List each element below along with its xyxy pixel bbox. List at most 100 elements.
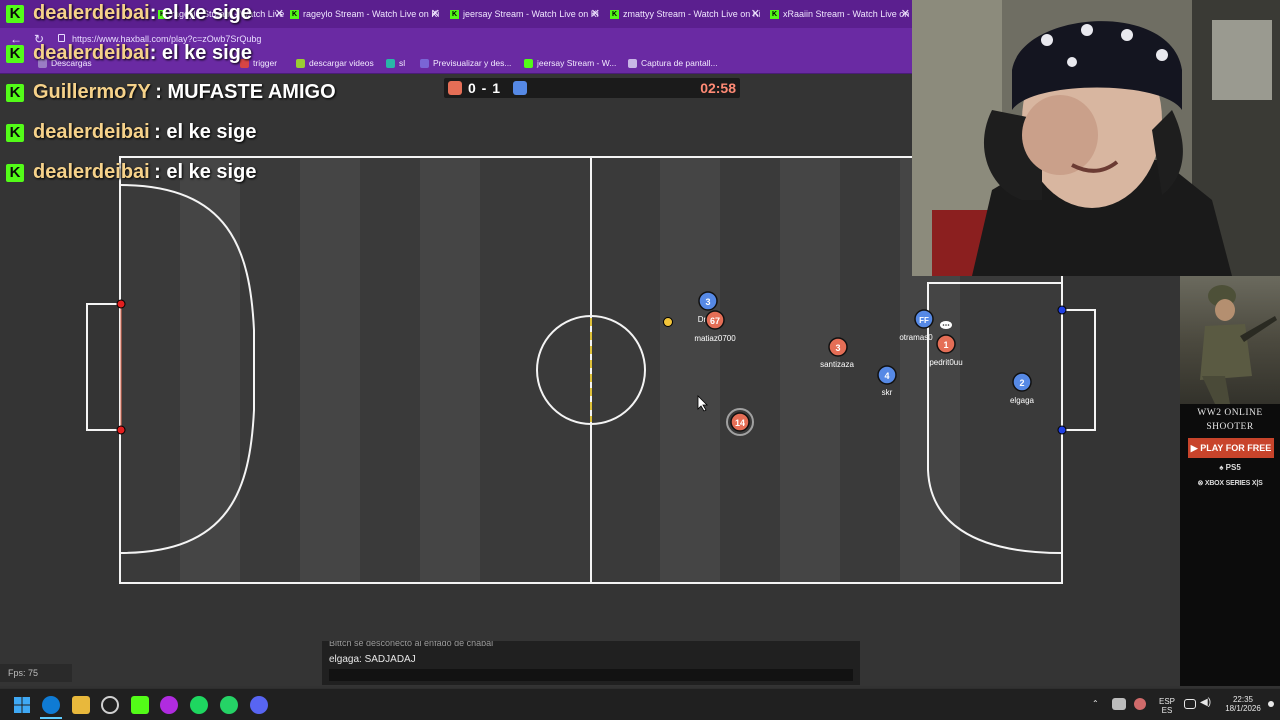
scoreboard: 0 - 1 02:58 — [444, 78, 740, 98]
advertisement[interactable]: WW2 ONLINE SHOOTER ▶ PLAY FOR FREE ♠ PS5 … — [1180, 276, 1280, 686]
player-red-14-self: 14 — [726, 408, 754, 436]
app-icon[interactable] — [160, 696, 178, 714]
player-name: santizaza — [820, 360, 854, 369]
settings-icon[interactable] — [101, 696, 119, 714]
webcam-image — [912, 0, 1280, 276]
bookmark-label: jeersay Stream - W... — [537, 58, 617, 68]
ad-title: WW2 ONLINE SHOOTER — [1180, 406, 1280, 434]
close-icon[interactable]: ✕ — [275, 4, 284, 24]
chat-username: dealerdeibai — [33, 161, 150, 183]
tab-zmattyy[interactable]: Kzmattyy Stream - Watch Live on Ki ✕ — [610, 4, 760, 24]
tab-jeersay[interactable]: rageylo Stream - Watch Live on Ki Kragey… — [290, 4, 440, 24]
game-chat-box: Bittch se desconectó al enfado de chabal… — [322, 641, 860, 685]
player-number: 2 — [1019, 378, 1024, 388]
tab-label: xRaaiin Stream - Watch Live on Ki — [783, 9, 910, 19]
chat-text: : MUFASTE AMIGO — [155, 81, 336, 103]
fps-counter: Fps: 75 — [0, 664, 72, 682]
scissors-icon — [628, 59, 637, 69]
rp-icon — [420, 59, 429, 69]
screen: Krageylo Stream - Watch Live on Ki✕ rage… — [0, 0, 1280, 720]
kick-icon: K — [6, 163, 24, 182]
microphone-icon[interactable] — [1134, 698, 1146, 710]
whatsapp-icon[interactable] — [220, 696, 238, 714]
monitor-icon[interactable] — [1184, 699, 1196, 709]
edge-icon[interactable] — [42, 696, 60, 714]
tab-jeersay-2[interactable]: Kjeersay Stream - Watch Live on Ki ✕ — [450, 4, 600, 24]
discord-tray-icon[interactable] — [1112, 698, 1126, 710]
chat-text: : el ke sige — [149, 2, 252, 24]
tab-xraaiin[interactable]: KxRaaiin Stream - Watch Live on Ki ✕ — [770, 4, 910, 24]
bookmark-captura[interactable]: Captura de pantall... — [628, 58, 718, 69]
clock[interactable]: 22:35 18/1/2026 — [1220, 695, 1266, 713]
ad-title-line: WW2 ONLINE — [1197, 408, 1263, 418]
bookmark-sl[interactable]: sl — [386, 58, 405, 69]
player-name: matiaz0700 — [694, 334, 736, 343]
close-icon[interactable]: ✕ — [751, 4, 760, 24]
chat-last-line: elgaga: SADJADAJ — [329, 654, 416, 665]
chat-input[interactable] — [329, 669, 853, 681]
kick-icon: K — [770, 10, 779, 20]
match-timer: 02:58 — [700, 80, 736, 96]
spotify-icon[interactable] — [190, 696, 208, 714]
chevron-up-icon[interactable]: ⌃ — [1092, 699, 1099, 708]
clock-date: 18/1/2026 — [1225, 704, 1261, 713]
bookmark-icon — [386, 59, 395, 69]
tab-label: rageylo Stream - Watch Live on Ki — [303, 9, 440, 19]
player-number: 3 — [835, 343, 840, 353]
kick-icon: K — [6, 44, 24, 63]
kick-icon — [524, 59, 533, 69]
windows-start-icon[interactable] — [13, 696, 31, 714]
bookmark-label: Previsualizar y des... — [433, 58, 512, 68]
chat-previous-line: Bittch se desconectó al enfado de chabal — [329, 641, 494, 648]
kick-icon: K — [6, 83, 24, 102]
chat-text: : el ke sige — [154, 161, 257, 183]
stream-chat-message: Kdealerdeibai: el ke sige — [6, 42, 252, 68]
ball — [663, 317, 673, 327]
play-for-free-button[interactable]: ▶ PLAY FOR FREE — [1188, 438, 1274, 458]
ad-soldier-image — [1180, 276, 1280, 404]
bookmark-label: descargar videos — [309, 58, 374, 68]
player-name: Dr — [698, 315, 707, 324]
stream-chat-message: Kdealerdeibai: el ke sige — [6, 2, 252, 28]
tab-label: jeersay Stream - Watch Live on Ki — [463, 9, 599, 19]
kick-icon: K — [290, 10, 299, 20]
close-icon[interactable]: ✕ — [591, 4, 600, 24]
kick-icon: K — [6, 123, 24, 142]
stream-chat-message: K Guillermo7Y : MUFASTE AMIGO — [6, 81, 336, 107]
close-icon[interactable]: ✕ — [901, 4, 910, 24]
xbox-icon: ⊗ — [1197, 480, 1205, 487]
clock-time: 22:35 — [1232, 695, 1254, 704]
lang-top: ESP — [1158, 697, 1175, 706]
right-goal-post-top — [1057, 305, 1067, 315]
ad-title-line: SHOOTER — [1206, 422, 1254, 432]
chat-username: dealerdeibai — [33, 121, 150, 143]
left-goal-post-bottom — [116, 425, 126, 435]
bookmark-label: Captura de pantall... — [641, 58, 718, 68]
player-name: otramas0 — [899, 333, 933, 342]
kick-icon: K — [610, 10, 619, 20]
bookmark-jeersay[interactable]: jeersay Stream - W... — [524, 58, 617, 69]
chat-username: dealerdeibai — [33, 2, 150, 24]
chat-username: Guillermo7Y — [33, 81, 151, 103]
file-explorer-icon[interactable] — [72, 696, 90, 714]
active-app-indicator — [40, 717, 62, 719]
volume-icon[interactable]: ◀) — [1200, 698, 1211, 708]
close-icon[interactable]: ✕ — [431, 4, 440, 24]
player-number: 4 — [884, 371, 889, 381]
notification-icon[interactable] — [1268, 701, 1274, 707]
bookmark-previsualizar[interactable]: Previsualizar y des... — [420, 58, 512, 69]
stream-chat-message: Kdealerdeibai : el ke sige — [6, 161, 256, 187]
discord-icon[interactable] — [250, 696, 268, 714]
xbox-label: XBOX SERIES X|S — [1204, 480, 1263, 487]
bookmark-descargar-videos[interactable]: descargar videos — [296, 58, 374, 69]
chat-text: : el ke sige — [154, 121, 257, 143]
player-number: 67 — [710, 316, 720, 326]
chat-username: dealerdeibai — [33, 42, 150, 64]
tab-label: zmattyy Stream - Watch Live on Ki — [623, 9, 760, 19]
bookmark-label: trigger — [253, 58, 278, 68]
language-indicator[interactable]: ESP ES — [1156, 697, 1178, 715]
player-number: 14 — [735, 418, 745, 428]
ps5-label: PS5 — [1225, 463, 1241, 472]
score: 0 - 1 — [468, 80, 502, 96]
kick-icon[interactable] — [131, 696, 149, 714]
